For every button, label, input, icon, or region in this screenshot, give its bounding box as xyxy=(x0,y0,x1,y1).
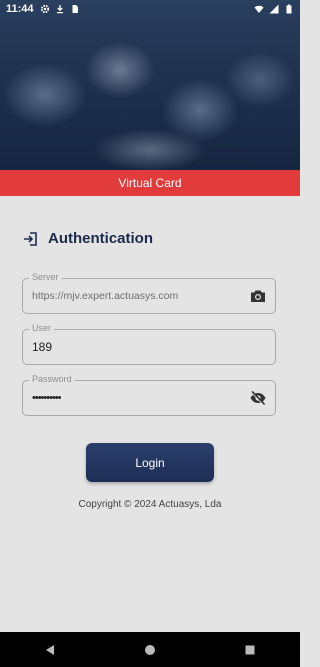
sim-icon xyxy=(72,5,78,13)
copyright-text: Copyright © 2024 Actuasys, Lda xyxy=(78,499,222,510)
password-field[interactable]: Password •••••••••• xyxy=(22,374,276,416)
auth-header: Authentication xyxy=(22,230,153,247)
login-button-label: Login xyxy=(135,455,165,470)
recents-icon[interactable] xyxy=(243,643,257,657)
wifi-icon xyxy=(254,5,264,13)
header-photo: 11:44 xyxy=(0,0,300,170)
eye-off-icon[interactable] xyxy=(249,389,267,407)
server-field[interactable]: Server https://mjv.expert.actuasys.com xyxy=(22,272,276,314)
server-input[interactable]: https://mjv.expert.actuasys.com xyxy=(32,279,178,313)
home-icon[interactable] xyxy=(143,643,157,657)
camera-icon[interactable] xyxy=(249,287,267,305)
back-icon[interactable] xyxy=(43,643,57,657)
user-input[interactable]: 189 xyxy=(32,330,52,364)
gear-icon xyxy=(40,4,49,14)
banner-label: Virtual Card xyxy=(118,176,182,190)
status-time: 11:44 xyxy=(6,3,34,15)
user-field[interactable]: User 189 xyxy=(22,323,276,365)
signal-icon xyxy=(269,4,279,14)
login-icon xyxy=(24,231,37,246)
password-input[interactable]: •••••••••• xyxy=(32,381,61,415)
virtual-card-banner: Virtual Card xyxy=(0,170,300,196)
battery-icon xyxy=(286,4,292,14)
status-bar: 11:44 xyxy=(0,0,300,18)
login-button[interactable]: Login xyxy=(86,443,214,482)
system-nav-bar xyxy=(0,632,300,667)
auth-title: Authentication xyxy=(48,230,153,247)
download-icon xyxy=(56,5,63,14)
